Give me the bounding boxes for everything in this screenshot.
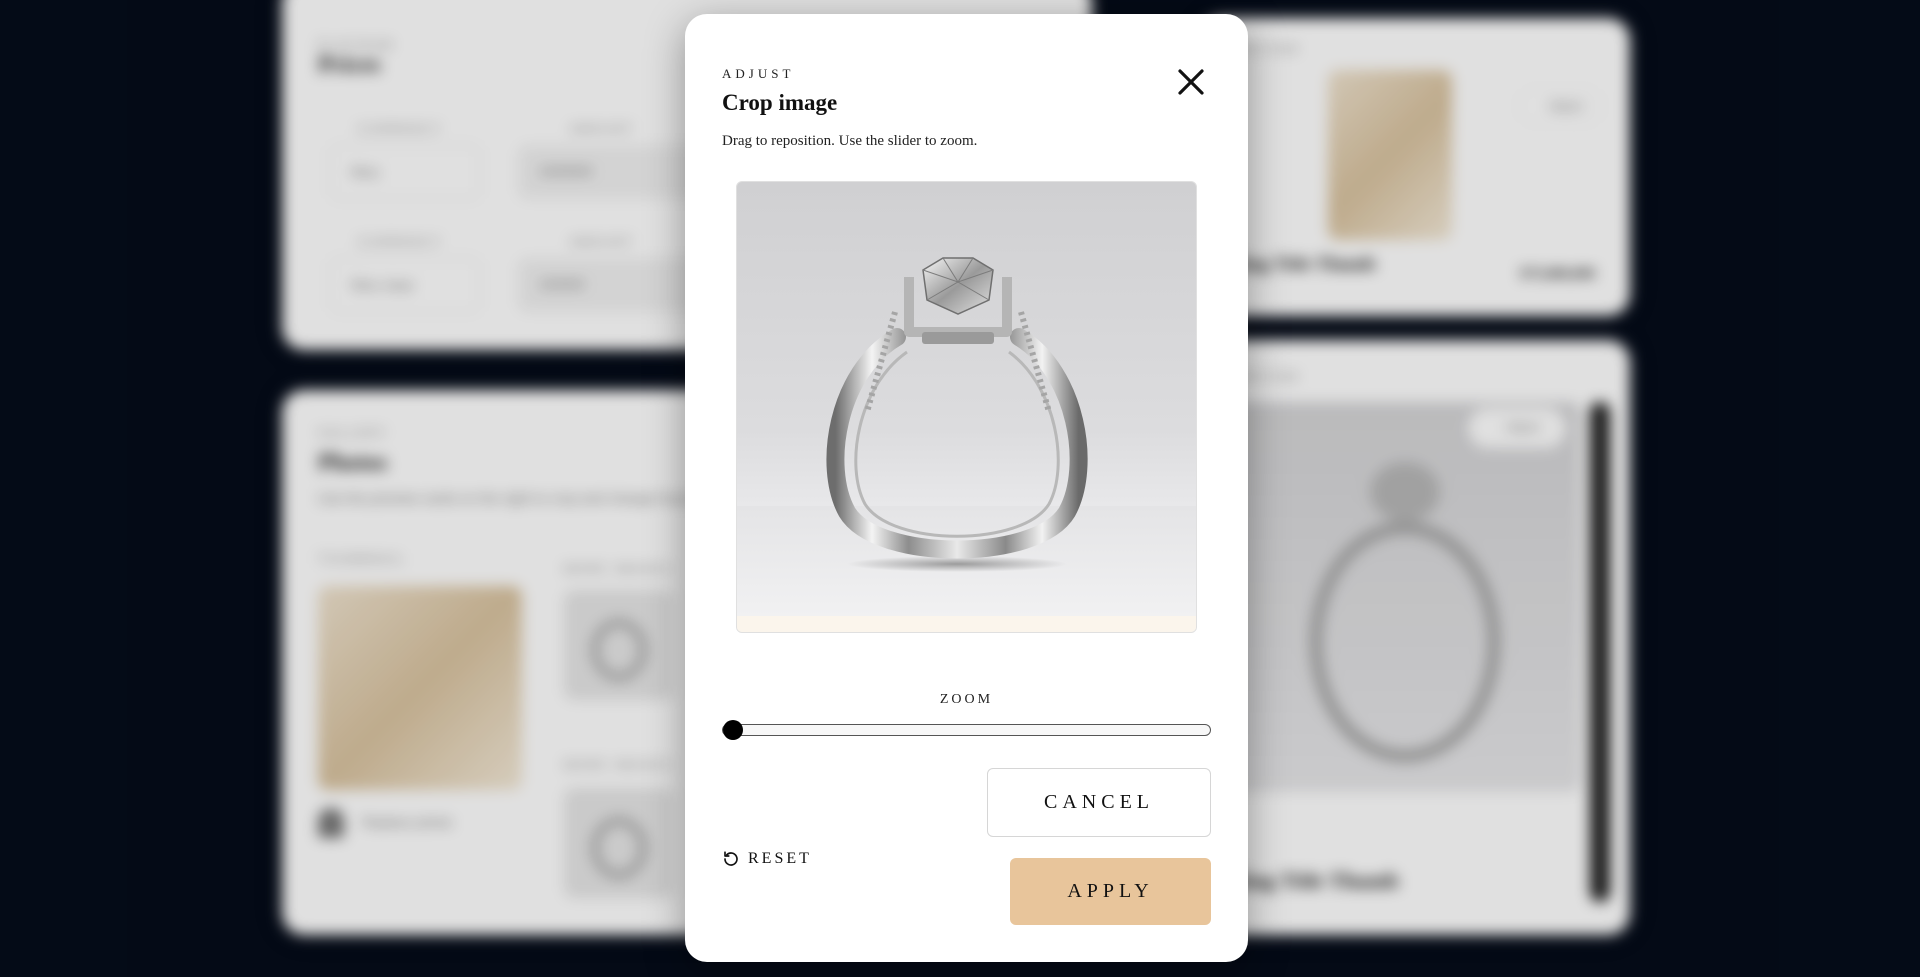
zoom-label: ZOOM: [939, 692, 994, 707]
ring-image: [826, 257, 1088, 572]
cancel-button[interactable]: CANCEL: [987, 768, 1211, 837]
crop-image-dialog: ADJUST Crop image Drag to reposition. Us…: [685, 14, 1248, 962]
dialog-eyebrow: ADJUST: [722, 66, 795, 81]
reset-label: RESET: [748, 850, 812, 867]
dialog-title: Crop image: [722, 90, 838, 115]
zoom-slider-thumb[interactable]: [723, 720, 743, 740]
reset-button[interactable]: RESET: [722, 850, 812, 868]
crop-overflow-strip: [737, 616, 1196, 632]
crop-canvas[interactable]: [736, 181, 1197, 633]
zoom-slider[interactable]: [722, 720, 1211, 740]
close-icon: [1178, 69, 1204, 95]
dialog-description: Drag to reposition. Use the slider to zo…: [722, 133, 978, 149]
close-button[interactable]: [1173, 64, 1209, 100]
apply-button[interactable]: APPLY: [1010, 858, 1211, 925]
rotate-ccw-icon: [724, 851, 738, 866]
